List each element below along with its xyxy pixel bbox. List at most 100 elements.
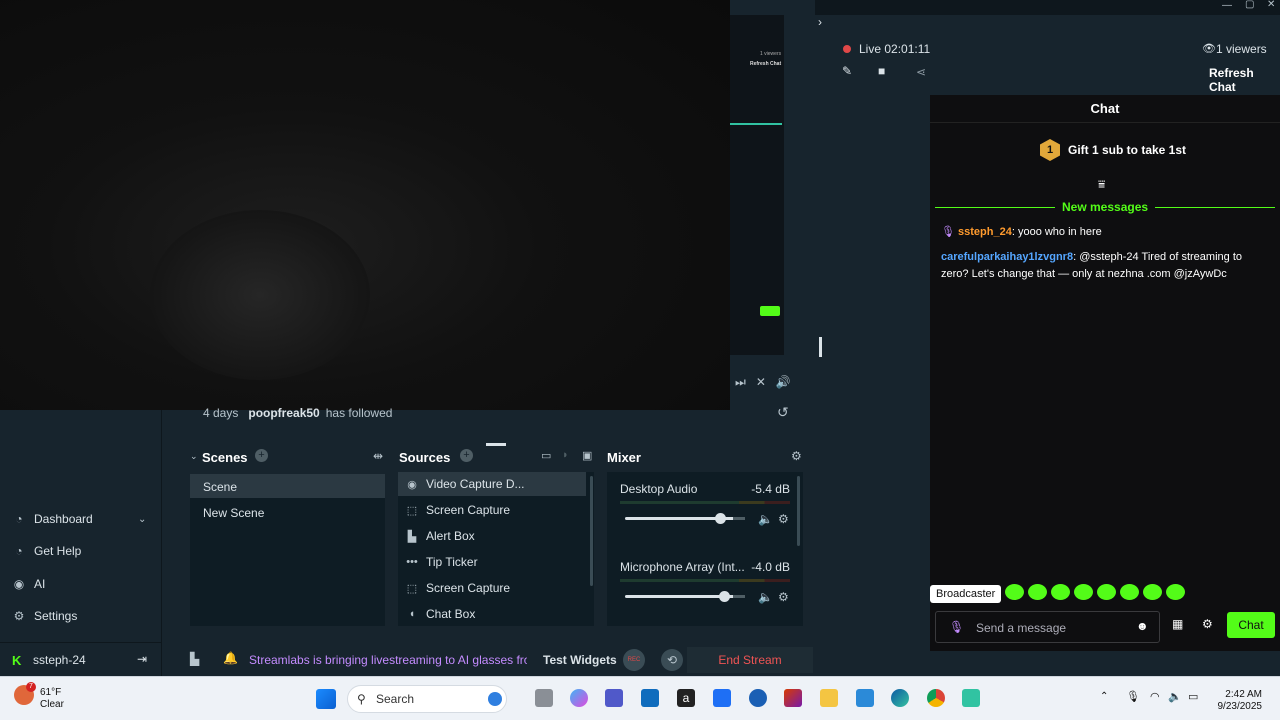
source-item[interactable]: ▙ Alert Box (398, 524, 586, 548)
gift-text: Gift 1 sub to take 1st (1068, 143, 1187, 157)
slider-knob[interactable] (714, 513, 726, 524)
sidebar-item-settings[interactable]: ⚙ Settings (12, 609, 78, 623)
mixer-settings-icon[interactable]: ⚙ (791, 449, 802, 463)
dock-resize-handle[interactable] (819, 337, 822, 357)
volume-slider[interactable] (625, 591, 745, 602)
volume-slider[interactable] (625, 513, 745, 524)
user-profile-row[interactable]: K ssteph-24 ⇥ (0, 642, 162, 676)
copilot-icon[interactable] (570, 689, 588, 707)
volume-icon[interactable]: 🔈 (758, 512, 773, 526)
source-item[interactable]: ⬚ Screen Capture (398, 576, 586, 600)
source-item[interactable]: ⬚ Screen Capture (398, 498, 586, 522)
add-scene-icon[interactable]: + (255, 449, 268, 462)
maximize-icon[interactable]: ▢ (1245, 0, 1254, 10)
file-explorer-icon[interactable] (820, 689, 838, 707)
add-source-icon[interactable]: + (460, 449, 473, 462)
chrome-icon[interactable] (927, 689, 945, 707)
group-sources-icon[interactable]: ▭ (541, 449, 551, 462)
news-ticker[interactable]: Streamlabs is bringing livestreaming to … (249, 653, 527, 667)
start-icon[interactable] (316, 689, 336, 709)
test-widgets-button[interactable]: Test Widgets (543, 653, 617, 667)
wifi-icon[interactable]: ◠ (1150, 690, 1160, 703)
source-item[interactable]: ◖ Chat Box (398, 602, 586, 626)
video-icon[interactable]: ■ (878, 64, 885, 78)
store-icon[interactable]: ▦ (1172, 617, 1183, 631)
taskbar-search[interactable]: ⚲ Search (347, 685, 507, 713)
sidebar-item-dashboard[interactable]: ◔ Dashboard ⌄ (12, 512, 146, 526)
skip-icon[interactable]: ⏭ (735, 375, 746, 390)
scene-item[interactable]: New Scene (190, 500, 385, 524)
resize-handle[interactable] (486, 443, 506, 446)
hp-icon[interactable] (749, 689, 767, 707)
broadcaster-badge-icon[interactable]: 🎙 (949, 620, 964, 634)
battery-icon[interactable]: ▭ (1188, 690, 1198, 703)
speaker-icon[interactable]: 🔈 (1168, 690, 1182, 703)
bell-icon[interactable]: 🔔 (223, 651, 238, 665)
source-item[interactable]: ◉ Video Capture D... (398, 472, 586, 496)
mute-mic-icon[interactable]: ✕ (756, 375, 766, 389)
emote-icon[interactable] (1051, 584, 1070, 600)
refresh-chat-button[interactable]: Refresh Chat (1209, 66, 1280, 94)
m365-icon[interactable] (784, 689, 802, 707)
minimize-icon[interactable]: — (1222, 0, 1232, 11)
weather-temp: 61°F (40, 687, 62, 698)
chat-message-input[interactable] (976, 619, 1126, 637)
emote-icon[interactable] (1074, 584, 1093, 600)
chevron-up-icon[interactable]: ⌃ (1100, 691, 1108, 702)
sidebar-item-ai[interactable]: ◉ AI (12, 577, 46, 591)
chat-username[interactable]: carefulparkaihay1lzvgnr8 (941, 251, 1073, 263)
volume-icon[interactable]: 🔊 (776, 375, 791, 389)
collapse-icon[interactable]: ⌄ (190, 451, 198, 462)
microphone-icon[interactable]: 🎙 (1126, 690, 1140, 703)
edge-icon[interactable] (891, 689, 909, 707)
volume-icon[interactable]: 🔈 (758, 590, 773, 604)
gift-sub-banner[interactable]: 1 Gift 1 sub to take 1st (1040, 139, 1186, 161)
sources-scrollbar[interactable] (590, 476, 593, 586)
gear-icon[interactable]: ⚙ (778, 590, 789, 604)
stats-icon[interactable]: ▙ (190, 652, 199, 666)
source-filters-icon[interactable]: ▣ (582, 449, 592, 462)
help-icon: ◔ (15, 544, 23, 558)
streamlabs-icon[interactable] (962, 689, 980, 707)
channel-name: Desktop Audio (620, 482, 698, 496)
dropbox-icon[interactable] (713, 689, 731, 707)
share-icon[interactable]: ⋖ (916, 65, 926, 79)
preview-controls: ⏭ ✕ 🔊 (735, 374, 810, 390)
chat-send-button[interactable]: Chat (1227, 612, 1275, 638)
scene-transition-icon[interactable]: ⇹ (373, 449, 383, 463)
source-item[interactable]: ••• Tip Ticker (398, 550, 586, 574)
collapse-dock-icon[interactable]: › (818, 15, 822, 29)
emote-icon[interactable] (1005, 584, 1024, 600)
emote-icon[interactable] (1166, 584, 1185, 600)
teams-icon[interactable] (605, 689, 623, 707)
store-icon[interactable] (856, 689, 874, 707)
weather-widget[interactable]: 61°F Clear (40, 687, 64, 711)
taskbar-clock[interactable]: 2:42 AM 9/23/2025 (1212, 689, 1263, 713)
replay-buffer-button[interactable]: ⟲ (661, 649, 683, 671)
chat-username[interactable]: ssteph_24 (958, 226, 1012, 238)
emote-icon[interactable] (1143, 584, 1162, 600)
logout-icon[interactable]: ⇥ (137, 652, 147, 666)
edit-icon[interactable]: ✎ (842, 64, 852, 78)
source-properties-icon[interactable]: ◗ (562, 449, 569, 461)
refresh-icon[interactable]: ↺ (777, 404, 789, 421)
chat-settings-icon[interactable]: ⚙ (1202, 617, 1213, 631)
dashboard-icon: ◔ (15, 512, 23, 526)
amazon-icon[interactable]: a (677, 689, 695, 707)
pinned-filter-icon[interactable]: ⩸ (1098, 177, 1105, 192)
emote-icon[interactable] (1120, 584, 1139, 600)
emote-icon[interactable] (1028, 584, 1047, 600)
scene-item[interactable]: Scene (190, 474, 385, 498)
end-stream-button[interactable]: End Stream (687, 647, 813, 673)
slider-knob[interactable] (719, 591, 730, 602)
weather-icon[interactable]: 7 (14, 682, 36, 705)
record-button[interactable]: REC (623, 649, 645, 671)
mixer-scrollbar[interactable] (797, 476, 800, 546)
task-view-icon[interactable] (535, 689, 553, 707)
sidebar-item-get-help[interactable]: ◔ Get Help (12, 544, 81, 558)
outlook-icon[interactable] (641, 689, 659, 707)
emoji-icon[interactable]: ☻ (1136, 619, 1149, 633)
close-icon[interactable]: ✕ (1267, 0, 1275, 10)
emote-icon[interactable] (1097, 584, 1116, 600)
gear-icon[interactable]: ⚙ (778, 512, 789, 526)
